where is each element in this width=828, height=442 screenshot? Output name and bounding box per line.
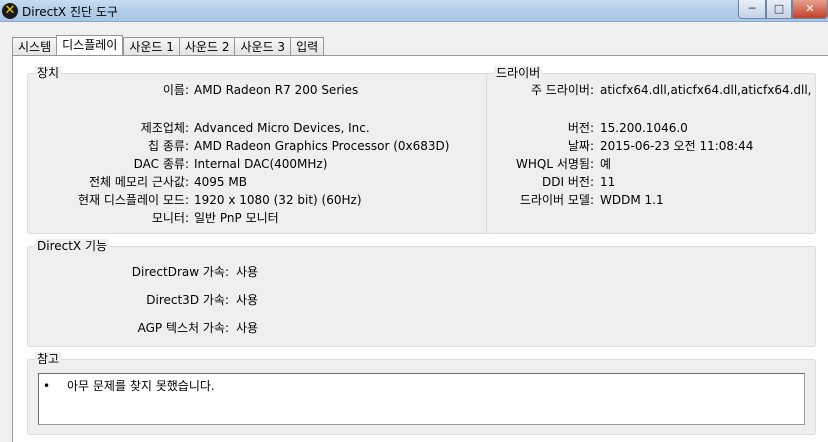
tab-input[interactable]: 입력 xyxy=(290,37,325,56)
whql-signed-label: WHQL 서명됨: xyxy=(516,157,594,171)
device-group-title: 장치 xyxy=(35,66,62,80)
display-mode-label: 현재 디스플레이 모드: xyxy=(77,193,189,207)
driver-group: 드라이버 주 드라이버: aticfx64.dll,aticfx64.dll,a… xyxy=(486,66,816,234)
whql-signed-value: 예 xyxy=(600,157,612,171)
bullet-icon: • xyxy=(43,379,51,393)
notes-text-box[interactable]: • 아무 문제를 찾지 못했습니다. xyxy=(38,373,805,425)
close-button[interactable]: ✕ xyxy=(792,0,828,19)
directx-features-group: DirectX 기능 DirectDraw 가속: 사용 Direct3D 가속… xyxy=(27,239,816,347)
window-title: DirectX 진단 도구 xyxy=(22,5,118,19)
tab-display[interactable]: 디스플레이 xyxy=(56,35,124,56)
tab-sound-1[interactable]: 사운드 1 xyxy=(123,37,179,56)
total-memory-value: 4095 MB xyxy=(194,175,247,189)
total-memory-label: 전체 메모리 근사값: xyxy=(89,175,189,189)
window-controls: ─ □ ✕ xyxy=(738,0,828,20)
directx-features-title: DirectX 기능 xyxy=(35,239,110,253)
manufacturer-value: Advanced Micro Devices, Inc. xyxy=(194,121,370,135)
maximize-button[interactable]: □ xyxy=(766,0,792,19)
tab-sound-3[interactable]: 사운드 3 xyxy=(234,37,291,56)
driver-date-value: 2015-06-23 오전 11:08:44 xyxy=(600,139,754,153)
name-value: AMD Radeon R7 200 Series xyxy=(194,83,359,97)
main-driver-label: 주 드라이버: xyxy=(530,83,594,97)
device-group: 장치 이름: AMD Radeon R7 200 Series 제조업체: Ad… xyxy=(27,66,492,234)
direct3d-accel-label: Direct3D 가속: xyxy=(146,293,229,307)
name-label: 이름: xyxy=(162,83,189,97)
driver-model-label: 드라이버 모델: xyxy=(519,193,594,207)
dac-type-label: DAC 종류: xyxy=(133,157,189,171)
notes-title: 참고 xyxy=(35,352,62,366)
directdraw-accel-value: 사용 xyxy=(236,265,259,279)
main-driver-value: aticfx64.dll,aticfx64.dll,aticfx64.dll,a… xyxy=(600,83,811,97)
driver-date-label: 날짜: xyxy=(567,139,594,153)
tab-system[interactable]: 시스템 xyxy=(12,37,57,56)
driver-version-value: 15.200.1046.0 xyxy=(600,121,688,135)
agp-texture-accel-label: AGP 텍스처 가속: xyxy=(137,321,229,335)
directdraw-accel-label: DirectDraw 가속: xyxy=(131,265,229,279)
driver-model-value: WDDM 1.1 xyxy=(600,193,664,207)
driver-group-title: 드라이버 xyxy=(494,66,543,80)
tab-sound-2[interactable]: 사운드 2 xyxy=(178,37,235,56)
monitor-value: 일반 PnP 모니터 xyxy=(194,211,279,225)
ddi-version-label: DDI 버전: xyxy=(542,175,594,189)
note-text: 아무 문제를 찾지 못했습니다. xyxy=(67,379,215,393)
minimize-button[interactable]: ─ xyxy=(738,0,766,19)
title-bar: ✕ DirectX 진단 도구 ─ □ ✕ xyxy=(0,0,828,22)
chip-type-value: AMD Radeon Graphics Processor (0x683D) xyxy=(194,139,450,153)
tab-strip: 시스템 디스플레이 사운드 1 사운드 2 사운드 3 입력 xyxy=(12,35,325,56)
monitor-label: 모니터: xyxy=(151,211,189,225)
ddi-version-value: 11 xyxy=(600,175,616,189)
directx-app-icon[interactable]: ✕ xyxy=(2,3,18,19)
note-item: • 아무 문제를 찾지 못했습니다. xyxy=(43,377,215,394)
tab-panel: 장치 이름: AMD Radeon R7 200 Series 제조업체: Ad… xyxy=(12,55,828,442)
agp-texture-accel-value: 사용 xyxy=(236,321,259,335)
display-mode-value: 1920 x 1080 (32 bit) (60Hz) xyxy=(194,193,362,207)
dac-type-value: Internal DAC(400MHz) xyxy=(194,157,328,171)
notes-group: 참고 • 아무 문제를 찾지 못했습니다. xyxy=(27,352,816,435)
driver-version-label: 버전: xyxy=(567,121,594,135)
chip-type-label: 칩 종류: xyxy=(148,139,189,153)
direct3d-accel-value: 사용 xyxy=(236,293,259,307)
manufacturer-label: 제조업체: xyxy=(140,121,189,135)
